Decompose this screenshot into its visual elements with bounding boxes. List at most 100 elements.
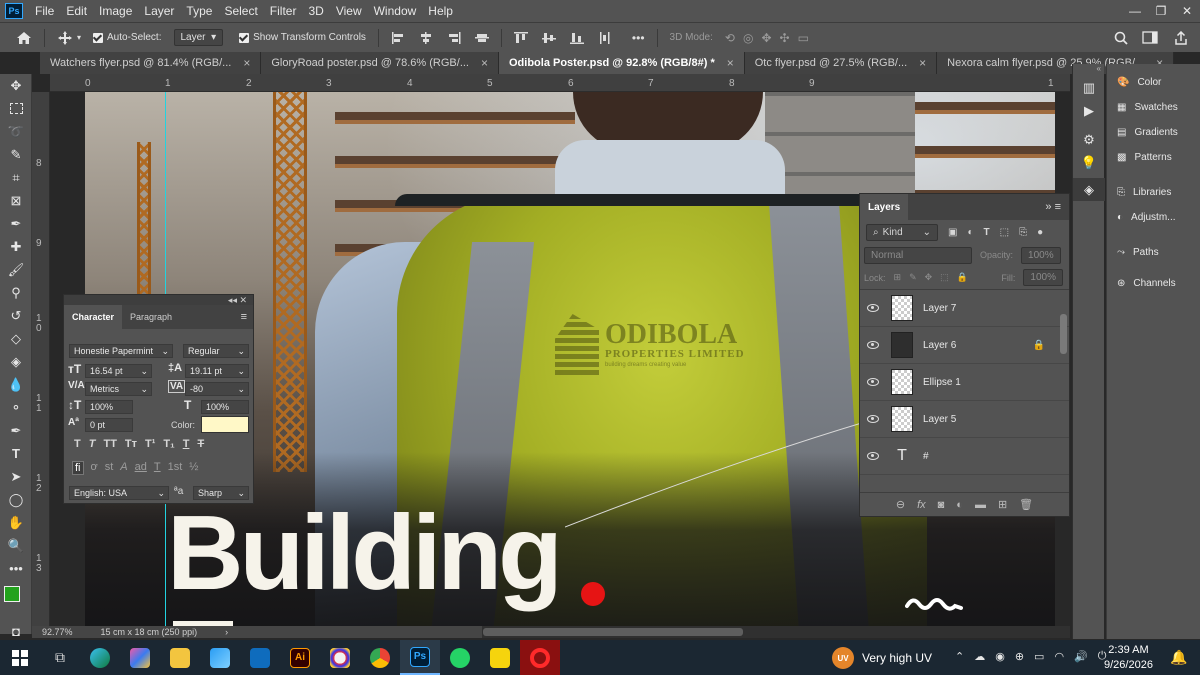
actions-panel-icon[interactable]: ▶	[1073, 99, 1105, 122]
chevron-up-icon[interactable]: ⌃	[955, 650, 964, 663]
layers-panel-icon[interactable]: ◈	[1073, 178, 1105, 201]
blend-mode-select[interactable]: Normal	[864, 246, 972, 264]
network-app-icon[interactable]: ⊕	[1015, 650, 1024, 663]
more-tools-icon[interactable]: •••	[0, 557, 32, 580]
illustrator-app[interactable]: Ai	[280, 640, 320, 675]
healing-brush-icon[interactable]: ✚	[0, 235, 32, 258]
menu-layer[interactable]: Layer	[138, 4, 180, 18]
photoshop-logo-icon[interactable]: Ps	[5, 3, 23, 19]
subscript-button[interactable]: T₁	[163, 438, 174, 450]
headline-text[interactable]: Building	[167, 498, 563, 608]
panel-paths[interactable]: ⤳ Paths	[1107, 240, 1200, 265]
properties-panel-icon[interactable]: ⚙	[1073, 128, 1105, 151]
pen-tool-icon[interactable]: ✒	[0, 419, 32, 442]
swash-button[interactable]: st	[105, 461, 114, 475]
ordinals-button[interactable]: 1st	[168, 461, 183, 475]
type-tool-icon[interactable]: T	[0, 442, 32, 465]
frame-tool-icon[interactable]: ⊠	[0, 189, 32, 212]
menu-3d[interactable]: 3D	[302, 4, 329, 18]
filter-kind-select[interactable]: ⌕ Kind ⌄	[866, 223, 938, 241]
tab-paragraph[interactable]: Paragraph	[122, 305, 180, 329]
panel-adjustments[interactable]: ◐ Adjustm...	[1107, 205, 1200, 230]
panel-gradients[interactable]: ▤ Gradients	[1107, 120, 1200, 145]
hand-tool-icon[interactable]: ✋	[0, 511, 32, 534]
clock[interactable]: 2:39 AM 9/26/2026	[1104, 643, 1153, 673]
3d-roll-icon[interactable]: ◎	[743, 31, 753, 45]
layers-scrollbar[interactable]	[1060, 314, 1067, 354]
weather-widget[interactable]: UV Very high UV	[832, 647, 932, 669]
ligatures-button[interactable]: fi	[72, 461, 84, 475]
show-transform-checkbox[interactable]: Show Transform Controls	[239, 32, 366, 43]
panel-menu-icon[interactable]: » ≡	[1045, 201, 1061, 213]
notifications-icon[interactable]: 🔔	[1170, 649, 1187, 666]
visibility-eye-icon[interactable]	[867, 341, 879, 349]
share-icon[interactable]	[1174, 30, 1188, 45]
panel-collapse-close[interactable]: ◂◂ ✕	[64, 295, 253, 305]
lock-pixels-icon[interactable]: ✎	[909, 272, 917, 283]
chevron-right-icon[interactable]: ›	[225, 627, 228, 637]
close-icon[interactable]: ×	[919, 56, 926, 70]
eraser-tool-icon[interactable]: ◇	[0, 327, 32, 350]
recording-icon[interactable]: ◉	[995, 650, 1005, 663]
layer-row[interactable]: T #	[860, 438, 1069, 475]
align-center-icon[interactable]	[419, 31, 433, 44]
baseline-shift-field[interactable]: 0 pt	[85, 418, 133, 432]
delete-layer-icon[interactable]: 🗑	[1019, 498, 1033, 511]
leading-field[interactable]: 19.11 pt ⌄	[185, 364, 249, 378]
zoom-tool-icon[interactable]: 🔍	[0, 534, 32, 557]
edge-app[interactable]	[80, 640, 120, 675]
color-swatches[interactable]	[0, 580, 32, 620]
close-window-button[interactable]: ✕	[1174, 4, 1200, 18]
tab-odibola-poster[interactable]: Odibola Poster.psd @ 92.8% (RGB/8#) * ×	[499, 52, 745, 74]
menu-file[interactable]: File	[29, 4, 60, 18]
menu-filter[interactable]: Filter	[264, 4, 303, 18]
align-bottom-icon[interactable]	[569, 32, 584, 44]
search-icon[interactable]	[1114, 31, 1128, 45]
store-app[interactable]	[200, 640, 240, 675]
close-icon[interactable]: ×	[727, 56, 734, 70]
align-vcenter-icon[interactable]	[541, 32, 556, 44]
outlook-app[interactable]	[240, 640, 280, 675]
titling-alternates-button[interactable]: ad	[135, 461, 147, 475]
marquee-tool-icon[interactable]	[0, 97, 32, 120]
opacity-field[interactable]: 100%	[1021, 246, 1061, 264]
scrollbar-thumb[interactable]	[483, 628, 743, 636]
menu-image[interactable]: Image	[93, 4, 138, 18]
panel-menu-icon[interactable]: ≡	[241, 311, 247, 323]
3d-pan-icon[interactable]: ✥	[761, 31, 771, 45]
fill-field[interactable]: 100%	[1023, 269, 1063, 286]
paint-bucket-icon[interactable]: ◈	[0, 350, 32, 373]
shape-tool-icon[interactable]: ◯	[0, 488, 32, 511]
stylistic-alternates-button[interactable]: A	[120, 461, 127, 475]
horizontal-scale-field[interactable]: 100%	[201, 400, 249, 414]
link-layers-icon[interactable]: ⊖	[896, 498, 905, 511]
path-select-icon[interactable]: ➤	[0, 465, 32, 488]
lock-all-icon[interactable]: 🔒	[957, 272, 968, 283]
auto-select-checkbox[interactable]: Auto-Select:	[93, 32, 162, 43]
history-brush-icon[interactable]: ↺	[0, 304, 32, 327]
tab-gloryroad-poster[interactable]: GloryRoad poster.psd @ 78.6% (RGB/... ×	[261, 52, 499, 74]
menu-window[interactable]: Window	[368, 4, 423, 18]
underline-button[interactable]: T	[183, 438, 190, 450]
start-button[interactable]	[0, 640, 40, 675]
chrome-app[interactable]	[360, 640, 400, 675]
wifi-icon[interactable]: ◠	[1054, 650, 1064, 663]
language-select[interactable]: English: USA ⌄	[69, 486, 169, 500]
filter-type-icon[interactable]: T	[984, 227, 990, 238]
brush-tool-icon[interactable]: 🖌	[0, 258, 32, 281]
filter-smart-icon[interactable]: ⎘	[1019, 227, 1027, 238]
contextual-alternates-button[interactable]: T	[154, 461, 161, 475]
layer-row[interactable]: Layer 5	[860, 401, 1069, 438]
eyedropper-tool-icon[interactable]: ✒	[0, 212, 32, 235]
faux-italic-button[interactable]: T	[89, 438, 96, 450]
tab-layers[interactable]: Layers	[860, 194, 909, 220]
foreground-color[interactable]	[4, 586, 20, 602]
old-style-button[interactable]: ơ	[91, 461, 98, 475]
zoom-level[interactable]: 92.77%	[42, 627, 73, 637]
task-view-button[interactable]: ⧉	[40, 640, 80, 675]
font-family-select[interactable]: Honestie Papermint ⌄	[69, 344, 173, 358]
dodge-tool-icon[interactable]: ⚬	[0, 396, 32, 419]
minimize-button[interactable]: —	[1122, 4, 1148, 18]
layer-row[interactable]: Layer 7	[860, 290, 1069, 327]
menu-type[interactable]: Type	[180, 4, 218, 18]
